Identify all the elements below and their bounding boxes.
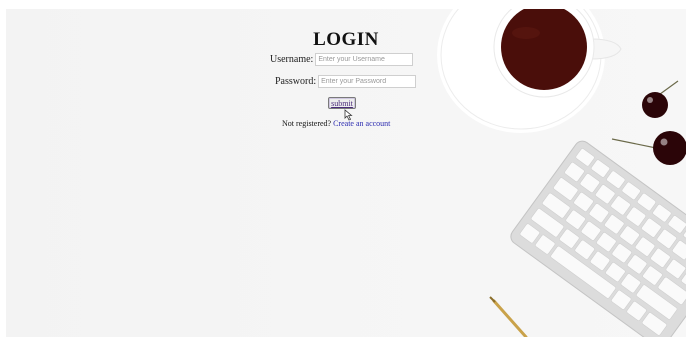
cherry-1 — [642, 92, 668, 118]
password-label: Password: — [275, 76, 317, 87]
pen — [492, 299, 528, 337]
keyboard — [510, 140, 686, 337]
not-registered-text: Not registered? — [282, 119, 332, 128]
password-row: Password: — [275, 75, 417, 88]
page-background: LOGIN Username: Password: submit Not reg… — [6, 9, 686, 337]
cherry-2 — [653, 131, 686, 165]
username-input[interactable] — [315, 53, 414, 66]
login-title: LOGIN — [313, 29, 379, 50]
password-input[interactable] — [318, 75, 417, 88]
create-account-link[interactable]: Create an account — [333, 119, 390, 128]
pen-tip — [489, 296, 496, 303]
cherry-1-shine — [647, 97, 653, 103]
register-prompt: Not registered? Create an account — [282, 119, 390, 128]
cherry-2-shine — [660, 138, 668, 146]
username-label: Username: — [270, 54, 314, 65]
submit-button[interactable]: submit — [328, 97, 356, 109]
username-row: Username: — [270, 53, 414, 66]
